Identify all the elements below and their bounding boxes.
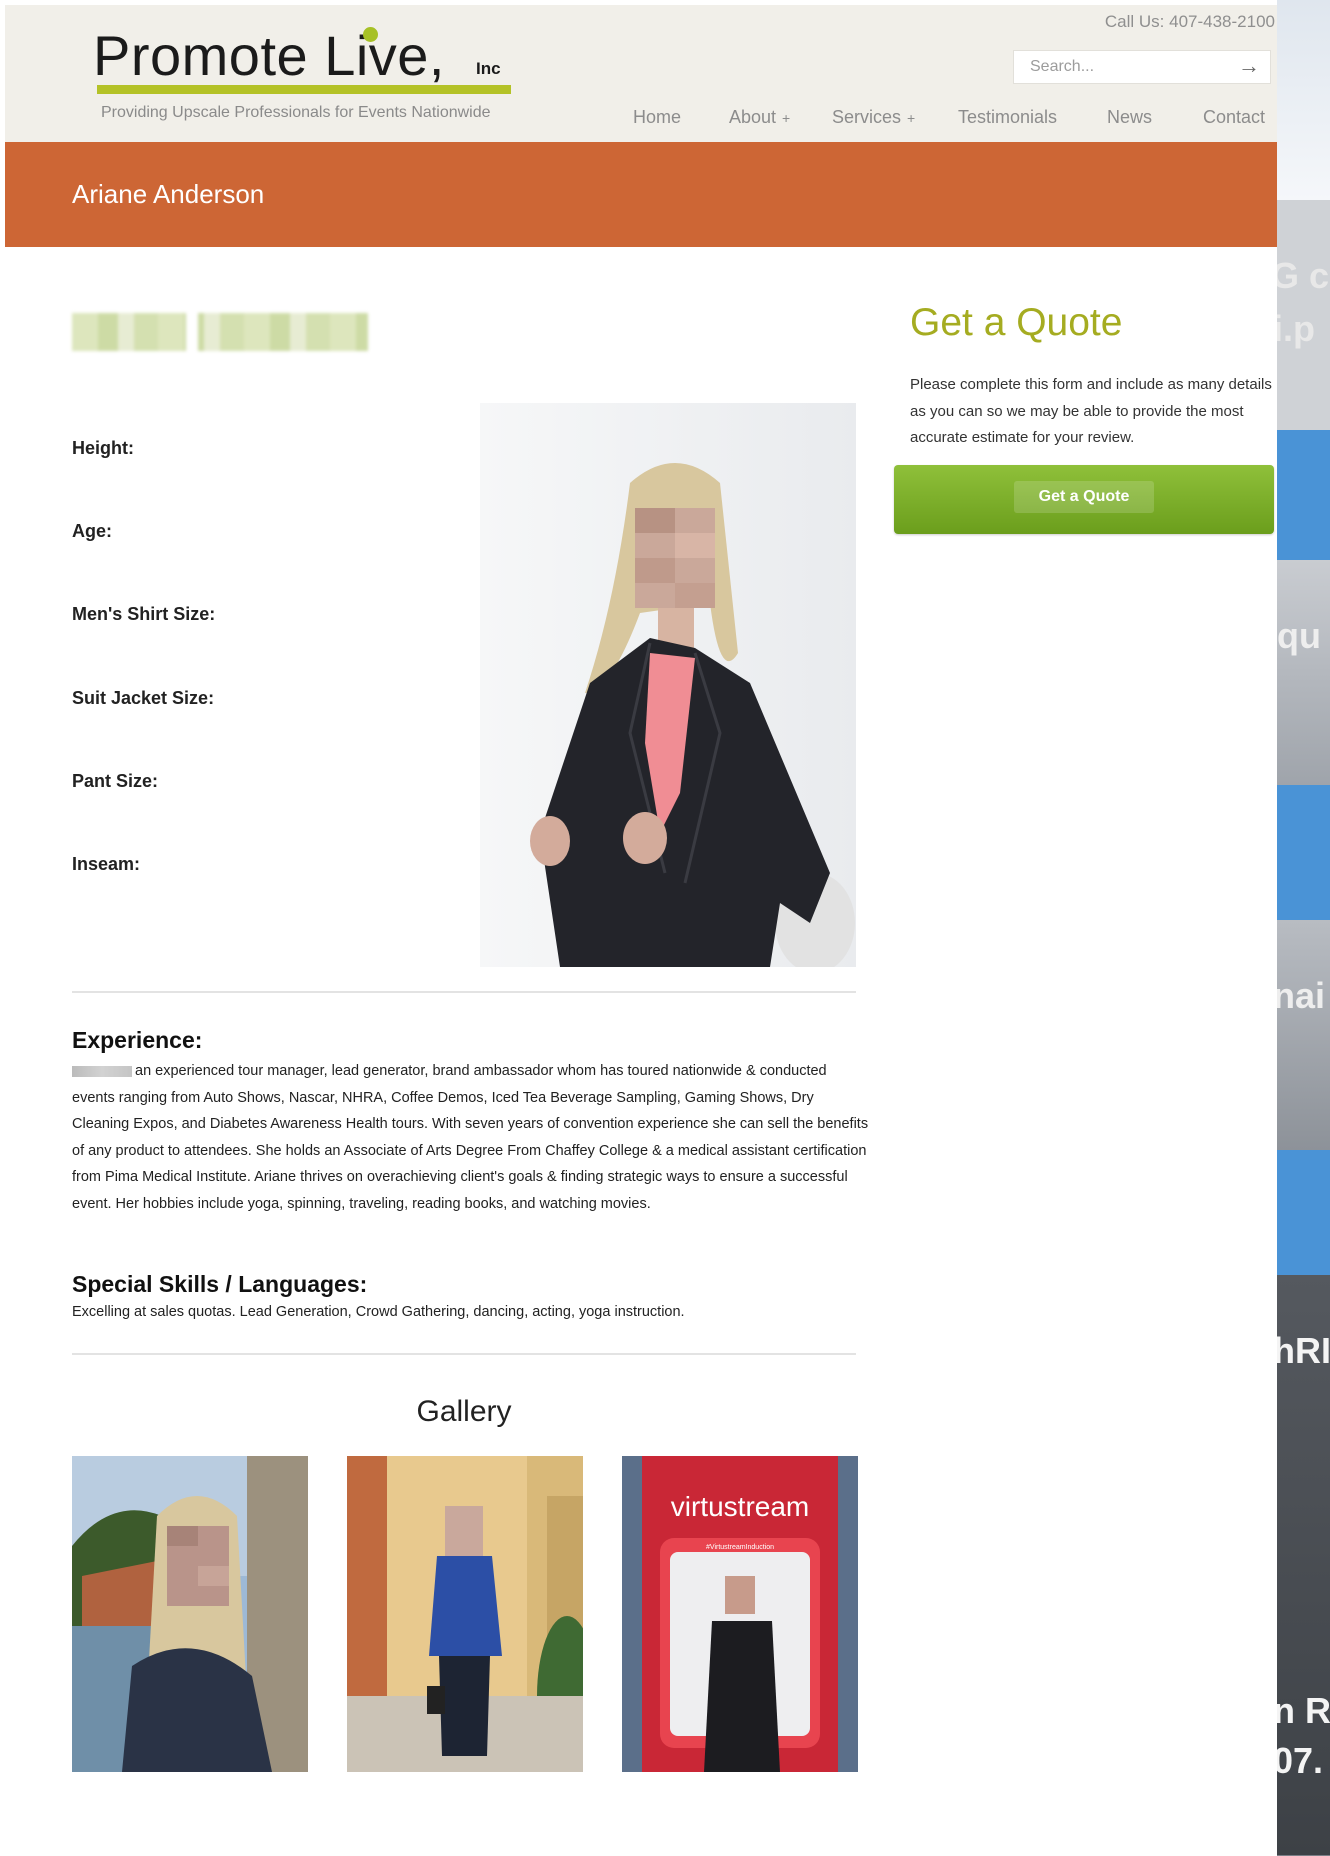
background-text: n R bbox=[1277, 1690, 1330, 1731]
background-panel bbox=[1277, 560, 1330, 785]
nav-item-label: Home bbox=[633, 107, 682, 127]
stat-inseam: Inseam: bbox=[72, 854, 141, 874]
get-quote-button[interactable]: Get a Quote bbox=[894, 465, 1274, 534]
quote-heading: Get a Quote bbox=[910, 301, 1123, 344]
background-text: 07. bbox=[1277, 1740, 1324, 1781]
nav-item-news[interactable]: News bbox=[1107, 107, 1152, 128]
logo-inc: Inc bbox=[476, 59, 501, 78]
background-panel bbox=[1277, 920, 1330, 1150]
page-title-banner: Ariane Anderson bbox=[5, 142, 1277, 247]
redacted-name bbox=[72, 313, 368, 351]
background-panel bbox=[1277, 1150, 1330, 1275]
gallery-photo-3[interactable]: virtustream #VirtustreamInduction bbox=[622, 1456, 858, 1772]
nav-item-services[interactable]: Services + bbox=[832, 107, 915, 128]
nav-item-label: Services bbox=[832, 107, 902, 127]
gallery-photo-2-image bbox=[347, 1456, 583, 1772]
background-panel bbox=[1277, 430, 1330, 560]
background-panel bbox=[1277, 785, 1330, 920]
section-divider bbox=[72, 1353, 856, 1355]
plus-icon: + bbox=[782, 110, 791, 126]
nav-item-label: News bbox=[1107, 107, 1153, 127]
virtustream-sign: virtustream bbox=[671, 1491, 809, 1522]
phone-number[interactable]: Call Us: 407-438-2100 bbox=[1105, 12, 1275, 32]
stat-shirt-size: Men's Shirt Size: bbox=[72, 604, 216, 624]
get-quote-button-label: Get a Quote bbox=[1014, 481, 1154, 513]
background-text: hRI bbox=[1277, 1330, 1330, 1371]
nav-item-about[interactable]: About + bbox=[729, 107, 790, 128]
site-header: Promote Live, Inc Providing Upscale Prof… bbox=[5, 5, 1277, 142]
background-text: i.p bbox=[1277, 308, 1315, 349]
nav-item-label: Testimonials bbox=[958, 107, 1058, 127]
stat-pant-size: Pant Size: bbox=[72, 771, 159, 791]
profile-photo-image bbox=[480, 403, 856, 967]
background-text: nai bbox=[1277, 975, 1326, 1016]
background-text: iqu bbox=[1277, 615, 1321, 656]
gallery-photo-1-image bbox=[72, 1456, 308, 1772]
plus-icon: + bbox=[907, 110, 916, 126]
stat-jacket-size: Suit Jacket Size: bbox=[72, 688, 215, 708]
background-window: G c i.p iqu nai hRI n R 07. bbox=[1277, 0, 1330, 1856]
skills-heading: Special Skills / Languages: bbox=[72, 1271, 368, 1297]
nav-item-label: Contact bbox=[1203, 107, 1266, 127]
logo-underline bbox=[97, 85, 511, 94]
logo-person-icon bbox=[363, 27, 378, 42]
background-text: G c bbox=[1277, 255, 1330, 296]
search-input[interactable] bbox=[1028, 51, 1232, 83]
main-nav: Home About + Services + Testimonials News … bbox=[5, 107, 1277, 137]
experience-body: an experienced tour manager, lead genera… bbox=[72, 1058, 872, 1218]
stat-age: Age: bbox=[72, 521, 112, 541]
nav-item-home[interactable]: Home bbox=[633, 107, 681, 128]
nav-item-contact[interactable]: Contact bbox=[1203, 107, 1265, 128]
gallery-photo-3-image: virtustream #VirtustreamInduction bbox=[622, 1456, 858, 1772]
redacted-name-gap bbox=[186, 313, 198, 351]
gallery-photo-2[interactable] bbox=[347, 1456, 583, 1772]
virtustream-hashtag: #VirtustreamInduction bbox=[706, 1544, 774, 1551]
logo-wordmark: Promote Live, bbox=[93, 24, 445, 87]
stat-height: Height: bbox=[72, 438, 134, 458]
search-box: → bbox=[1013, 50, 1271, 84]
gallery-photo-1[interactable] bbox=[72, 1456, 308, 1772]
redacted-name bbox=[72, 1065, 132, 1077]
page-title: Ariane Anderson bbox=[72, 179, 265, 209]
experience-heading: Experience: bbox=[72, 1027, 203, 1053]
experience-text: an experienced tour manager, lead genera… bbox=[72, 1063, 869, 1212]
profile-photo[interactable] bbox=[480, 403, 856, 967]
background-thumbnail bbox=[1277, 0, 1330, 200]
nav-item-testimonials[interactable]: Testimonials bbox=[958, 107, 1057, 128]
section-divider bbox=[72, 991, 856, 993]
arrow-right-icon[interactable]: → bbox=[1238, 53, 1260, 79]
quote-description: Please complete this form and include as… bbox=[910, 376, 1272, 447]
gallery-title: Gallery bbox=[416, 1395, 512, 1428]
nav-item-label: About bbox=[729, 107, 777, 127]
website-page: Promote Live, Inc Providing Upscale Prof… bbox=[5, 5, 1277, 1856]
skills-text: Excelling at sales quotas. Lead Generati… bbox=[72, 1304, 685, 1320]
